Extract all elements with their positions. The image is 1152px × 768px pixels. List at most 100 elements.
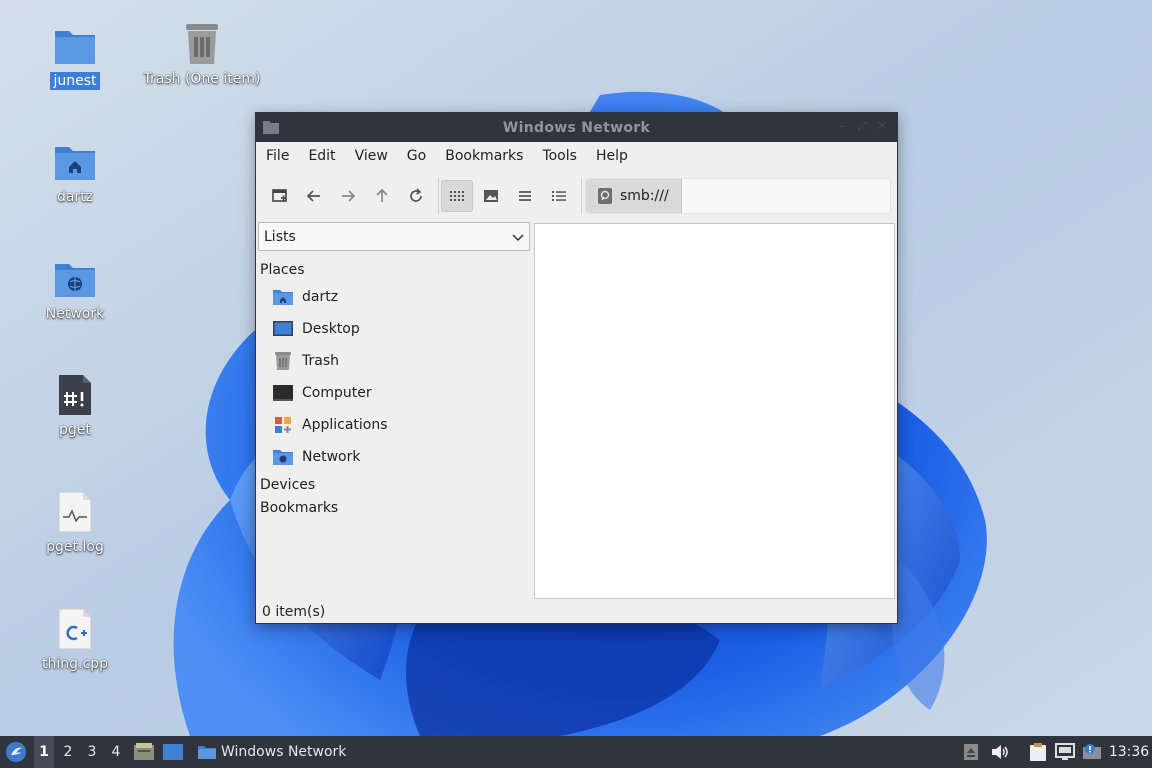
- compact-view-button[interactable]: [509, 180, 541, 212]
- desktop-icon-label: pget.log: [46, 539, 104, 555]
- file-manager-icon: [134, 743, 154, 760]
- workspace-1[interactable]: 1: [34, 736, 54, 768]
- folder-view[interactable]: [534, 223, 895, 599]
- menu-bookmarks[interactable]: Bookmarks: [437, 142, 531, 170]
- desktop-icon-pget-log[interactable]: pget.log: [15, 490, 135, 556]
- volume-icon: [992, 745, 1008, 759]
- icon-view-button[interactable]: [441, 180, 473, 212]
- taskbar: 1 2 3 4 Windows Network 13:36: [0, 736, 1152, 768]
- up-button[interactable]: [366, 180, 398, 212]
- thumbnail-view-button[interactable]: [475, 180, 507, 212]
- window-folder-icon: [262, 119, 280, 139]
- new-tab-button[interactable]: [264, 180, 296, 212]
- place-item-label: Trash: [302, 353, 339, 369]
- network-drive-icon: [598, 188, 612, 204]
- thumbnail-view-icon: [484, 190, 498, 202]
- show-desktop-button[interactable]: [161, 736, 185, 768]
- devices-heading[interactable]: Devices: [260, 477, 315, 493]
- place-item-trash[interactable]: Trash: [272, 347, 522, 375]
- home-folder-icon: [53, 140, 97, 184]
- trash-icon: [272, 350, 294, 372]
- clipboard-icon: [1030, 743, 1046, 761]
- home-folder-icon: [272, 286, 294, 308]
- lxqt-menu-icon: [6, 742, 26, 762]
- detailed-list-button[interactable]: [543, 180, 575, 212]
- file-manager-launcher[interactable]: [132, 736, 156, 768]
- place-item-network[interactable]: Network: [272, 443, 522, 471]
- chevron-down-icon: [512, 234, 524, 242]
- network-folder-icon: [272, 446, 294, 468]
- desktop-icon-label: thing.cpp: [42, 656, 108, 672]
- desktop-icon-dartz[interactable]: dartz: [15, 140, 135, 206]
- places-heading[interactable]: Places: [260, 262, 305, 278]
- desktop-icon-trash[interactable]: Trash (One item): [142, 22, 262, 88]
- status-bar-text: 0 item(s): [262, 604, 326, 620]
- desktop-icon-pget[interactable]: pget: [15, 373, 135, 439]
- icon-view-icon: [450, 191, 464, 201]
- tray-update-notifier[interactable]: [1080, 736, 1104, 768]
- toolbar-separator: [438, 178, 439, 214]
- menu-view[interactable]: View: [347, 142, 396, 170]
- toolbar: smb:///: [256, 170, 897, 218]
- place-item-label: Desktop: [302, 321, 360, 337]
- workspace-3[interactable]: 3: [82, 736, 102, 768]
- side-pane-mode-value: Lists: [264, 228, 296, 245]
- menu-bar: File Edit View Go Bookmarks Tools Help: [256, 142, 897, 170]
- place-item-label: Computer: [302, 385, 372, 401]
- compact-view-icon: [519, 191, 531, 201]
- desktop-icon: [272, 318, 294, 340]
- start-menu-button[interactable]: [3, 736, 29, 768]
- clock[interactable]: 13:36: [1108, 736, 1150, 768]
- place-item-label: Applications: [302, 417, 388, 433]
- place-item-label: dartz: [302, 289, 339, 305]
- minimize-icon[interactable]: –: [835, 119, 849, 134]
- desktop-icon-junest[interactable]: junest: [15, 24, 135, 90]
- forward-icon: [342, 190, 356, 202]
- close-icon[interactable]: ✕: [875, 119, 889, 134]
- tray-clipboard[interactable]: [1026, 736, 1050, 768]
- side-pane-mode-select[interactable]: Lists: [258, 222, 530, 251]
- place-item-dartz[interactable]: dartz: [272, 283, 522, 311]
- side-pane: Lists Places dartz Desktop Trash Compute…: [258, 222, 530, 602]
- location-bar[interactable]: smb:///: [585, 178, 891, 214]
- task-button-windows-network[interactable]: Windows Network: [192, 736, 352, 768]
- computer-icon: [272, 382, 294, 404]
- menu-help[interactable]: Help: [588, 142, 636, 170]
- reload-button[interactable]: [400, 180, 432, 212]
- window-title: Windows Network: [502, 119, 651, 136]
- workspace-4[interactable]: 4: [106, 736, 126, 768]
- desktop-icon-label: Trash (One item): [143, 71, 261, 87]
- back-icon: [306, 190, 320, 202]
- toolbar-separator: [581, 178, 582, 214]
- place-item-label: Network: [302, 449, 361, 465]
- menu-edit[interactable]: Edit: [300, 142, 343, 170]
- place-item-applications[interactable]: Applications: [272, 411, 522, 439]
- bookmarks-heading[interactable]: Bookmarks: [260, 500, 338, 516]
- network-folder-icon: [53, 257, 97, 301]
- desktop-icon-thing-cpp[interactable]: thing.cpp: [15, 607, 135, 673]
- cpp-file-icon: [53, 607, 97, 651]
- location-path-button[interactable]: smb:///: [586, 179, 682, 213]
- location-path-text: smb:///: [620, 188, 669, 204]
- menu-file[interactable]: File: [258, 142, 297, 170]
- eject-icon: [964, 744, 978, 760]
- workspace-2[interactable]: 2: [58, 736, 78, 768]
- forward-button[interactable]: [332, 180, 364, 212]
- back-button[interactable]: [298, 180, 330, 212]
- menu-tools[interactable]: Tools: [534, 142, 585, 170]
- window-titlebar[interactable]: Windows Network – ⤢ ✕: [256, 113, 897, 142]
- network-tray-icon: [1055, 743, 1075, 760]
- place-item-computer[interactable]: Computer: [272, 379, 522, 407]
- menu-go[interactable]: Go: [399, 142, 434, 170]
- desktop-icon-network[interactable]: Network: [15, 257, 135, 323]
- tray-network[interactable]: [1053, 736, 1077, 768]
- desktop-icon-label: Network: [45, 306, 105, 322]
- up-icon: [376, 188, 388, 202]
- maximize-icon[interactable]: ⤢: [855, 119, 869, 134]
- new-tab-icon: [272, 189, 287, 202]
- show-desktop-icon: [163, 744, 183, 760]
- tray-volume[interactable]: [988, 736, 1012, 768]
- place-item-desktop[interactable]: Desktop: [272, 315, 522, 343]
- tray-eject[interactable]: [960, 736, 982, 768]
- file-manager-window[interactable]: Windows Network – ⤢ ✕ File Edit View Go …: [255, 112, 898, 624]
